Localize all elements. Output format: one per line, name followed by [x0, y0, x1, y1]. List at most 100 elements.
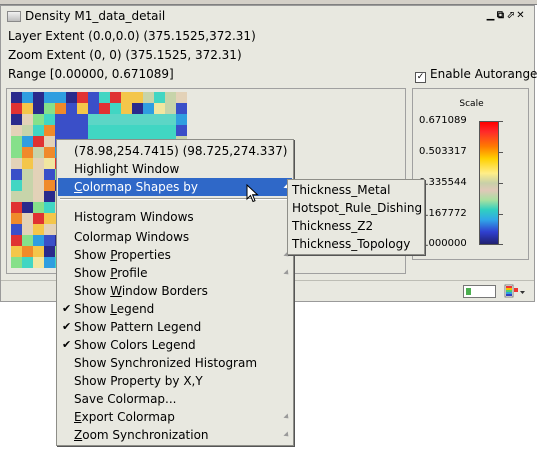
menu-item-label: Colormap Windows	[74, 230, 190, 244]
heatmap-cell	[99, 103, 110, 114]
heatmap-cell	[44, 136, 55, 147]
window-icon	[7, 11, 21, 22]
heatmap-cell	[44, 103, 55, 114]
enable-autorange-checkbox[interactable]: ✓ Enable Autorange	[415, 67, 537, 83]
heatmap-cell	[22, 235, 33, 246]
minimize-icon[interactable]: ▁	[486, 10, 495, 21]
heatmap-cell	[22, 92, 33, 103]
menu-item[interactable]: Histogram Windows	[58, 208, 292, 226]
heatmap-cell	[11, 136, 22, 147]
menu-item[interactable]: ✔ Show Colors Legend	[58, 336, 292, 354]
heatmap-cell	[22, 114, 33, 125]
title-bar[interactable]: Density M1_data_detail ▁ ⧉ ⬀ ✕	[1, 6, 534, 26]
heatmap-cell	[44, 125, 55, 136]
close-icon[interactable]: ✕	[516, 10, 525, 21]
heatmap-cell	[44, 158, 55, 169]
heatmap-cell	[11, 246, 22, 257]
float-icon[interactable]: ⬀	[506, 10, 515, 21]
menu-item[interactable]: (78.98,254.7415) (98.725,274.337)	[58, 142, 292, 160]
menu-item[interactable]: Show Property by X,Y	[58, 372, 292, 390]
menu-item-label: Histogram Windows	[74, 210, 194, 224]
range-text: Range [0.00000, 0.671089]	[8, 67, 174, 81]
heatmap-cell	[165, 103, 176, 114]
heatmap-cell	[44, 191, 55, 202]
submenu-arrow-icon	[283, 269, 291, 277]
menu-item[interactable]: Show Properties	[58, 246, 292, 264]
heatmap-cell	[99, 114, 110, 125]
heatmap-cell	[22, 246, 33, 257]
heatmap-cell	[143, 92, 154, 103]
menu-item[interactable]: Highlight Window	[58, 160, 292, 178]
heatmap-cell	[44, 147, 55, 158]
heatmap-cell	[66, 125, 77, 136]
heatmap-cell	[77, 114, 88, 125]
heatmap-cell	[165, 114, 176, 125]
colormap-menu-icon[interactable]	[503, 283, 527, 300]
heatmap-cell	[77, 92, 88, 103]
menu-item-label: Show Profile	[74, 266, 148, 280]
menu-item[interactable]: Show Synchronized Histogram	[58, 354, 292, 372]
heatmap-cell	[33, 191, 44, 202]
heatmap-cell	[66, 92, 77, 103]
checkmark-icon: ✔	[62, 302, 72, 315]
scale-tick	[499, 183, 503, 184]
heatmap-cell	[11, 158, 22, 169]
heatmap-cell	[143, 103, 154, 114]
heatmap-cell	[11, 191, 22, 202]
scale-legend: Scale 0.671089 0.503317 0.335544 0.16777…	[412, 88, 529, 260]
heatmap-cell	[33, 180, 44, 191]
submenu-item[interactable]: Thickness_Metal	[292, 181, 390, 199]
heatmap-cell	[11, 202, 22, 213]
scale-tick	[499, 121, 503, 122]
heatmap-cell	[22, 125, 33, 136]
submenu-item[interactable]: Thickness_Topology	[292, 235, 410, 253]
heatmap-cell	[55, 114, 66, 125]
heatmap-cell	[33, 224, 44, 235]
scale-tick	[499, 214, 503, 215]
scale-label-min: 0.000000	[419, 238, 467, 249]
heatmap-cell	[121, 125, 132, 136]
heatmap-cell	[11, 235, 22, 246]
restore-icon[interactable]: ⧉	[496, 10, 505, 21]
heatmap-cell	[11, 103, 22, 114]
heatmap-cell	[176, 125, 187, 136]
menu-item[interactable]: Save Colormap...	[58, 390, 292, 408]
zoom-extent: Zoom Extent (0, 0) (375.1525, 372.31)	[8, 48, 242, 62]
checkmark-icon: ✔	[62, 338, 72, 351]
heatmap-cell	[154, 103, 165, 114]
enable-autorange-label: Enable Autorange	[430, 67, 537, 81]
menu-item-label: Zoom Synchronization	[74, 428, 209, 442]
heatmap-cell	[110, 125, 121, 136]
opacity-slider[interactable]	[463, 285, 496, 298]
heatmap-cell	[33, 235, 44, 246]
heatmap-cell	[22, 136, 33, 147]
menu-item[interactable]: ✔ Show Legend	[58, 300, 292, 318]
menu-item[interactable]: Zoom Synchronization	[58, 426, 292, 444]
menu-item-label: Show Properties	[74, 248, 171, 262]
menu-item-label: Highlight Window	[74, 162, 180, 176]
heatmap-cell	[132, 103, 143, 114]
menu-item[interactable]: ✔ Show Pattern Legend	[58, 318, 292, 336]
heatmap-cell	[154, 114, 165, 125]
menu-item-label: Show Synchronized Histogram	[74, 356, 258, 370]
heatmap-cell	[44, 114, 55, 125]
heatmap-cell	[165, 125, 176, 136]
submenu-item[interactable]: Thickness_Z2	[292, 217, 373, 235]
heatmap-cell	[22, 158, 33, 169]
submenu-item[interactable]: Hotspot_Rule_Dishing	[292, 199, 422, 217]
heatmap-cell	[110, 92, 121, 103]
heatmap-cell	[44, 180, 55, 191]
heatmap-cell	[22, 147, 33, 158]
menu-item[interactable]: Show Window Borders	[58, 282, 292, 300]
heatmap-cell	[132, 114, 143, 125]
menu-item[interactable]: Show Profile	[58, 264, 292, 282]
heatmap-cell	[88, 92, 99, 103]
menu-item[interactable]: Export Colormap	[58, 408, 292, 426]
colormap-shapes-submenu: Thickness_Metal Hotspot_Rule_Dishing Thick…	[287, 179, 425, 255]
heatmap-cell	[143, 125, 154, 136]
menu-item-label: Show Property by X,Y	[74, 374, 203, 388]
heatmap-cell	[88, 103, 99, 114]
menu-item[interactable]: Colormap Windows	[58, 228, 292, 246]
heatmap-cell	[110, 114, 121, 125]
heatmap-cell	[44, 92, 55, 103]
